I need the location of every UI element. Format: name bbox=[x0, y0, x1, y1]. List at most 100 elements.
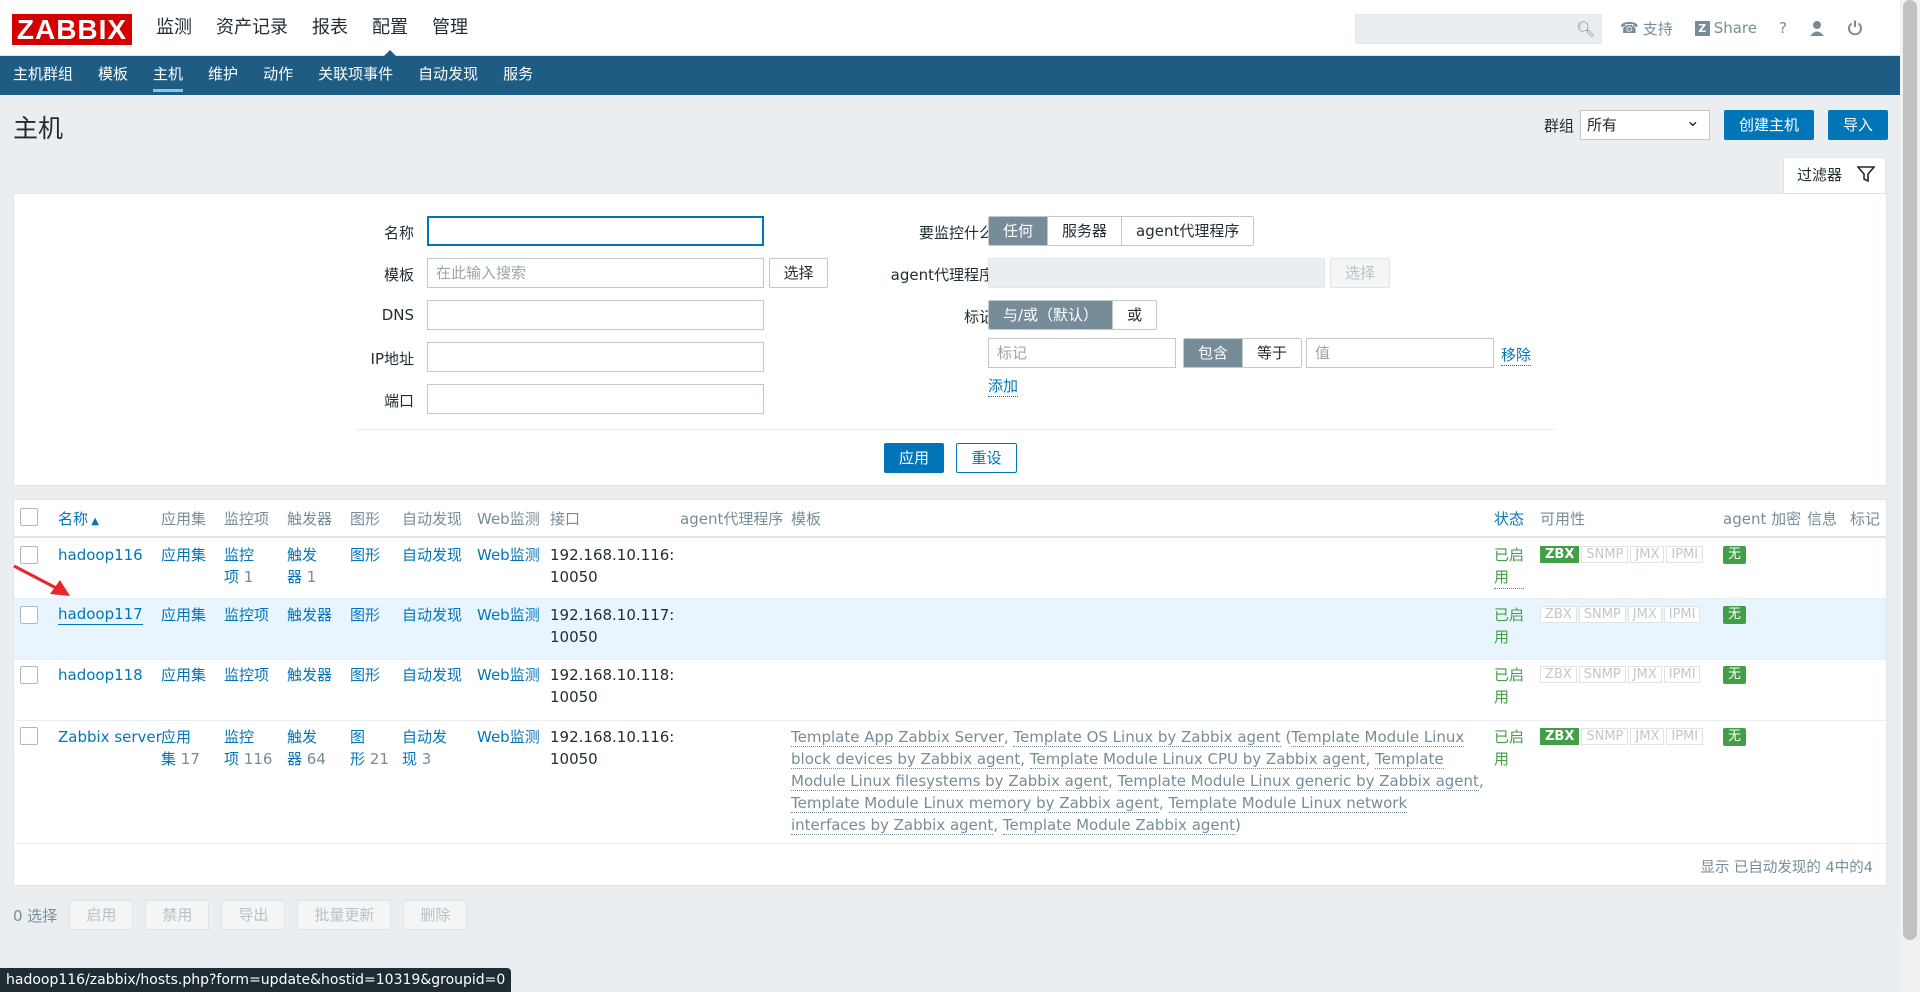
discovery-link[interactable]: 自动发现 bbox=[402, 544, 462, 566]
enable-button[interactable]: 启用 bbox=[69, 900, 134, 930]
apps-link[interactable]: 应用集 bbox=[161, 664, 206, 686]
web-link[interactable]: Web监测 bbox=[477, 544, 540, 566]
items-link[interactable]: 监控项 1 bbox=[224, 544, 274, 588]
vertical-scrollbar[interactable] bbox=[1900, 0, 1920, 992]
menu-configuration[interactable]: 配置 bbox=[372, 0, 408, 57]
triggers-link[interactable]: 触发器 1 bbox=[287, 544, 337, 588]
monitored-by-proxy[interactable]: agent代理程序 bbox=[1121, 217, 1254, 245]
status-toggle[interactable]: 已启用 bbox=[1494, 604, 1524, 648]
monitored-by-server[interactable]: 服务器 bbox=[1047, 217, 1122, 245]
graphs-link[interactable]: 图形 bbox=[350, 664, 380, 686]
template-link[interactable]: Template OS Linux by Zabbix agent bbox=[1013, 728, 1281, 747]
tags-mode-and-or[interactable]: 与/或（默认） bbox=[989, 301, 1113, 329]
graphs-link[interactable]: 图形 bbox=[350, 544, 380, 566]
filter-tab[interactable]: 过滤器 bbox=[1783, 157, 1886, 194]
submenu-actions[interactable]: 动作 bbox=[263, 56, 293, 95]
web-link[interactable]: Web监测 bbox=[477, 604, 540, 626]
menu-monitoring[interactable]: 监测 bbox=[156, 0, 192, 56]
remove-tag-link[interactable]: 移除 bbox=[1501, 344, 1532, 366]
add-tag-link[interactable]: 添加 bbox=[988, 375, 1019, 397]
template-link[interactable]: Template App Zabbix Server bbox=[791, 728, 1004, 747]
menu-inventory[interactable]: 资产记录 bbox=[216, 0, 288, 56]
apps-link[interactable]: 应用集 bbox=[161, 544, 206, 566]
monitored-by-any[interactable]: 任何 bbox=[989, 217, 1048, 245]
proxy-input[interactable] bbox=[988, 258, 1325, 288]
user-profile-icon[interactable] bbox=[1809, 20, 1825, 36]
help-link[interactable]: ? bbox=[1779, 19, 1787, 37]
status-toggle[interactable]: 已启用 bbox=[1494, 726, 1524, 770]
host-name-link[interactable]: hadoop118 bbox=[58, 664, 143, 686]
tag-name-input[interactable]: 标记 bbox=[988, 338, 1176, 368]
submenu-host-groups[interactable]: 主机群组 bbox=[13, 56, 73, 95]
mass-update-button[interactable]: 批量更新 bbox=[297, 900, 392, 930]
apps-link[interactable]: 应用集 17 bbox=[161, 726, 211, 770]
discovery-link[interactable]: 自动发现 bbox=[402, 664, 462, 686]
items-link[interactable]: 监控项 116 bbox=[224, 726, 279, 770]
share-link[interactable]: Z Share bbox=[1694, 19, 1757, 37]
submenu-correlation[interactable]: 关联项事件 bbox=[318, 56, 393, 95]
disable-button[interactable]: 禁用 bbox=[145, 900, 210, 930]
template-select-button[interactable]: 选择 bbox=[769, 258, 828, 288]
template-link[interactable]: Template Module Zabbix agent bbox=[1002, 816, 1236, 835]
create-host-button[interactable]: 创建主机 bbox=[1724, 110, 1815, 140]
web-link[interactable]: Web监测 bbox=[477, 664, 540, 686]
discovery-link[interactable]: 自动发现 3 bbox=[402, 726, 462, 770]
tags-mode-or[interactable]: 或 bbox=[1112, 301, 1157, 329]
reset-button[interactable]: 重设 bbox=[956, 443, 1017, 473]
scrollbar-thumb[interactable] bbox=[1903, 0, 1917, 940]
delete-button[interactable]: 删除 bbox=[403, 900, 468, 930]
funnel-icon bbox=[1856, 161, 1876, 195]
host-name-link[interactable]: hadoop117 bbox=[58, 604, 143, 625]
import-button[interactable]: 导入 bbox=[1828, 110, 1889, 140]
select-all-checkbox[interactable] bbox=[20, 508, 38, 526]
tag-op-contains[interactable]: 包含 bbox=[1184, 339, 1243, 367]
triggers-link[interactable]: 触发器 64 bbox=[287, 726, 342, 770]
graphs-link[interactable]: 图形 bbox=[350, 604, 380, 626]
support-link[interactable]: ☎︎ 支持 bbox=[1620, 18, 1673, 39]
apps-link[interactable]: 应用集 bbox=[161, 604, 206, 626]
global-search-input[interactable]: 🔍︎ bbox=[1355, 14, 1602, 44]
triggers-link[interactable]: 触发器 bbox=[287, 664, 332, 686]
menu-reports[interactable]: 报表 bbox=[312, 0, 348, 56]
submenu-services[interactable]: 服务 bbox=[503, 56, 533, 95]
submenu-maintenance[interactable]: 维护 bbox=[208, 56, 238, 95]
graphs-link[interactable]: 图形 21 bbox=[350, 726, 395, 770]
dns-input[interactable] bbox=[427, 300, 764, 330]
web-link[interactable]: Web监测 bbox=[477, 726, 540, 748]
tags-mode-toggle: 与/或（默认） 或 bbox=[988, 300, 1158, 330]
row-checkbox[interactable] bbox=[20, 606, 38, 624]
template-link[interactable]: Template Module Linux generic by Zabbix … bbox=[1117, 772, 1479, 791]
template-input[interactable]: 在此输入搜索 bbox=[427, 258, 764, 288]
export-button[interactable]: 导出 bbox=[221, 900, 286, 930]
row-checkbox[interactable] bbox=[20, 727, 38, 745]
port-input[interactable] bbox=[427, 384, 764, 414]
discovery-link[interactable]: 自动发现 bbox=[402, 604, 462, 626]
name-input[interactable] bbox=[427, 216, 764, 246]
status-toggle[interactable]: 已启用 bbox=[1494, 544, 1525, 589]
zabbix-logo[interactable]: ZABBIX bbox=[12, 14, 132, 45]
menu-administration[interactable]: 管理 bbox=[432, 0, 468, 56]
submenu-discovery[interactable]: 自动发现 bbox=[418, 56, 478, 95]
template-link[interactable]: Template Module Linux memory by Zabbix a… bbox=[791, 794, 1159, 813]
tag-op-equals[interactable]: 等于 bbox=[1242, 339, 1302, 367]
apply-button[interactable]: 应用 bbox=[884, 443, 944, 473]
row-checkbox[interactable] bbox=[20, 666, 38, 684]
template-link[interactable]: Template Module Linux CPU by Zabbix agen… bbox=[1029, 750, 1366, 769]
logout-icon[interactable] bbox=[1847, 20, 1863, 36]
triggers-link[interactable]: 触发器 bbox=[287, 604, 332, 626]
proxy-select-button[interactable]: 选择 bbox=[1330, 258, 1390, 288]
items-link[interactable]: 监控项 bbox=[224, 604, 269, 626]
col-status-header[interactable]: 状态 bbox=[1494, 508, 1524, 529]
items-link[interactable]: 监控项 bbox=[224, 664, 269, 686]
status-toggle[interactable]: 已启用 bbox=[1494, 664, 1524, 708]
search-icon[interactable]: 🔍︎ bbox=[1576, 20, 1595, 38]
group-select[interactable]: 所有 bbox=[1580, 107, 1711, 140]
ip-input[interactable] bbox=[427, 342, 764, 372]
submenu-hosts[interactable]: 主机 bbox=[153, 56, 184, 95]
availability-badges: ZBX SNMP JMX IPMI bbox=[1540, 728, 1704, 745]
table-summary: 显示 已自动发现的 4中的4 bbox=[1700, 860, 1873, 876]
tag-value-input[interactable]: 值 bbox=[1306, 338, 1494, 368]
col-name-header[interactable]: 名称 ▲ bbox=[58, 508, 99, 529]
submenu-templates[interactable]: 模板 bbox=[98, 56, 128, 95]
host-name-link[interactable]: Zabbix server bbox=[58, 726, 162, 748]
